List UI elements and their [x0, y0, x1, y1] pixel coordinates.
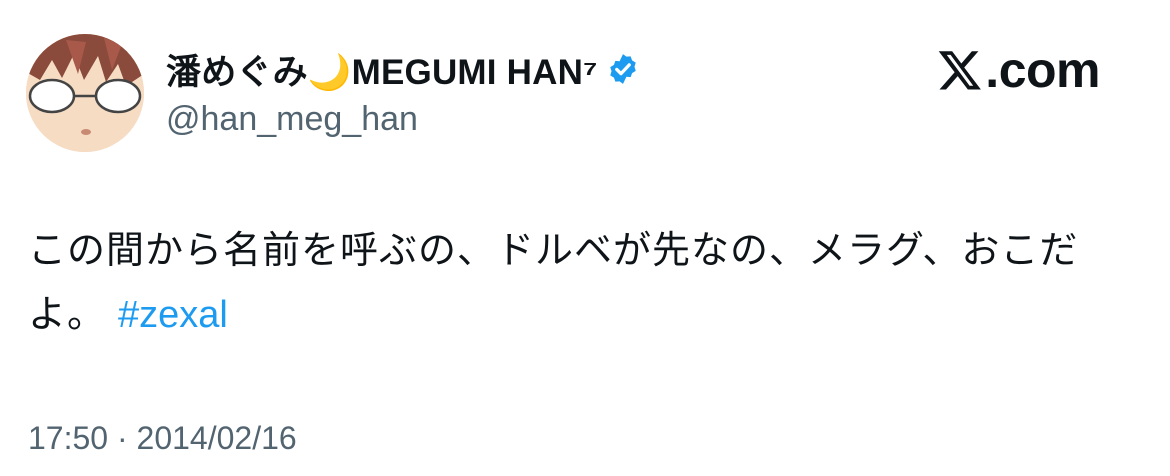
display-name[interactable]: 潘めぐみ🌙MEGUMI HAN⁷: [166, 44, 598, 95]
x-dotcom-label: .com: [985, 42, 1100, 98]
tweet-text: この間から名前を呼ぶの、ドルベが先なの、メラグ、おこだよ。 #zexal: [28, 218, 1138, 347]
hashtag-link[interactable]: #zexal: [118, 294, 228, 336]
verified-badge-icon: [606, 52, 640, 86]
author-name-row: 潘めぐみ🌙MEGUMI HAN⁷: [166, 44, 640, 94]
x-dotcom-logo[interactable]: .com: [937, 42, 1100, 98]
tweet-timestamp[interactable]: 17:50 · 2014/02/16: [28, 420, 297, 457]
user-handle[interactable]: @han_meg_han: [166, 100, 640, 139]
author-block: 潘めぐみ🌙MEGUMI HAN⁷ @han_meg_han: [166, 44, 640, 139]
x-logo-icon: [937, 47, 983, 93]
tweet-card: 潘めぐみ🌙MEGUMI HAN⁷ @han_meg_han .com この間から…: [0, 0, 1170, 476]
avatar-illustration: [26, 34, 144, 152]
avatar[interactable]: [26, 34, 144, 152]
